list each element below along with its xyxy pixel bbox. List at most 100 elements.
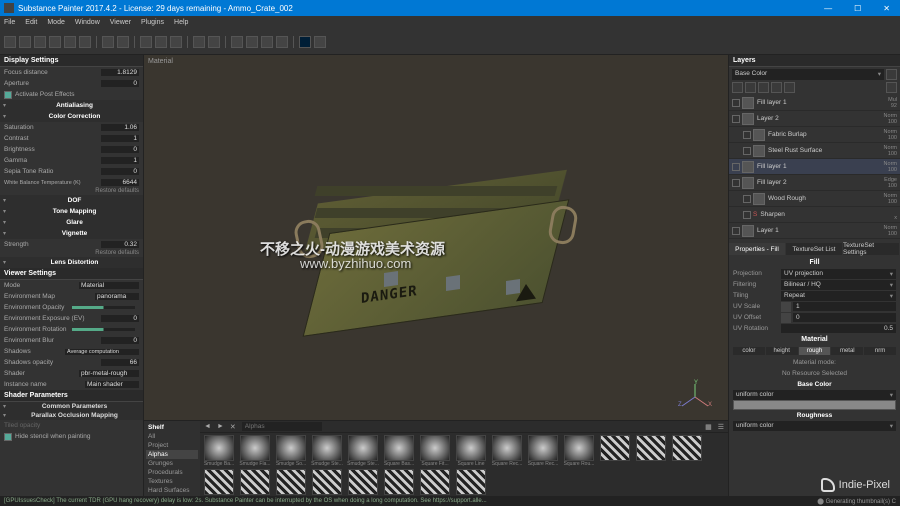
add-fx-button[interactable] bbox=[758, 82, 769, 93]
layer-visibility-icon[interactable] bbox=[732, 227, 740, 235]
tonemapping-section[interactable]: Tone Mapping bbox=[0, 206, 143, 217]
tool-fill[interactable] bbox=[49, 36, 61, 48]
shelf-item[interactable] bbox=[238, 469, 272, 495]
shelf-item[interactable]: Square Rou... bbox=[562, 435, 596, 467]
shelf-item[interactable] bbox=[346, 469, 380, 495]
shelf-item[interactable] bbox=[454, 469, 488, 495]
instance-value[interactable]: Main shader bbox=[85, 381, 139, 388]
sepia-value[interactable]: 0 bbox=[101, 168, 139, 175]
shelf-item[interactable] bbox=[202, 469, 236, 495]
uvscale-value[interactable]: 1 bbox=[793, 302, 896, 311]
delete-layer-button[interactable] bbox=[886, 82, 897, 93]
restore-defaults-button-2[interactable]: Restore defaults bbox=[0, 250, 143, 257]
add-mask-button[interactable] bbox=[771, 82, 782, 93]
glare-section[interactable]: Glare bbox=[0, 217, 143, 228]
tool-quickmask[interactable] bbox=[140, 36, 152, 48]
layer-visibility-icon[interactable] bbox=[732, 99, 740, 107]
color-correction-section[interactable]: Color Correction bbox=[0, 111, 143, 122]
shelf-item[interactable]: Smudge Fla... bbox=[238, 435, 272, 467]
shelf-cat-textures[interactable]: Textures bbox=[146, 477, 198, 486]
vignette-section[interactable]: Vignette bbox=[0, 228, 143, 239]
tool-viewport-split[interactable] bbox=[246, 36, 258, 48]
tiling-dropdown[interactable]: Repeat bbox=[781, 291, 896, 301]
shelf-item[interactable] bbox=[670, 435, 704, 467]
dof-section[interactable]: DOF bbox=[0, 195, 143, 206]
minimize-button[interactable]: — bbox=[818, 4, 838, 13]
layer-row[interactable]: Layer 1Norm100 bbox=[729, 223, 900, 239]
shelf-cat-project[interactable]: Project bbox=[146, 441, 198, 450]
shelf-item[interactable] bbox=[310, 469, 344, 495]
menu-mode[interactable]: Mode bbox=[47, 19, 65, 26]
saturation-value[interactable]: 1.06 bbox=[101, 124, 139, 131]
uvscale-lock-icon[interactable] bbox=[781, 302, 791, 312]
tool-paint[interactable] bbox=[4, 36, 16, 48]
shelf-item[interactable] bbox=[274, 469, 308, 495]
uvoffset-value[interactable]: 0 bbox=[793, 313, 896, 322]
uvoffset-lock-icon[interactable] bbox=[781, 313, 791, 323]
tab-textureset-list[interactable]: TextureSet List bbox=[786, 243, 843, 255]
shader-value[interactable]: pbr-metal-rough bbox=[79, 370, 139, 377]
filtering-dropdown[interactable]: Bilinear / HQ bbox=[781, 280, 896, 290]
layer-row[interactable]: Fill layer 1Norm100 bbox=[729, 159, 900, 175]
close-button[interactable]: ✕ bbox=[877, 4, 896, 13]
shadows-value[interactable]: Average computation bbox=[65, 349, 139, 355]
tool-material-picker[interactable] bbox=[102, 36, 114, 48]
shelf-cat-procedurals[interactable]: Procedurals bbox=[146, 468, 198, 477]
menu-edit[interactable]: Edit bbox=[25, 19, 37, 26]
activate-post-effects-checkbox[interactable]: Activate Post Effects bbox=[0, 89, 143, 100]
shelf-item[interactable]: Smudge Ba... bbox=[202, 435, 236, 467]
layer-row[interactable]: Fill layer 2Edge100 bbox=[729, 175, 900, 191]
shelf-item[interactable]: Square Bas... bbox=[382, 435, 416, 467]
menu-file[interactable]: File bbox=[4, 19, 15, 26]
layer-row[interactable]: Steel Rust SurfaceNorm100 bbox=[729, 143, 900, 159]
layers-header[interactable]: Layers bbox=[729, 55, 900, 67]
tool-polygon-fill[interactable] bbox=[117, 36, 129, 48]
tool-projection[interactable] bbox=[34, 36, 46, 48]
layer-row[interactable]: Wood RoughNorm100 bbox=[729, 191, 900, 207]
add-fill-layer-button[interactable] bbox=[745, 82, 756, 93]
envexposure-value[interactable]: 0 bbox=[101, 315, 139, 322]
layer-visibility-icon[interactable] bbox=[743, 211, 751, 219]
common-parameters-section[interactable]: Common Parameters bbox=[0, 402, 143, 411]
lens-distortion-section[interactable]: Lens Distortion bbox=[0, 257, 143, 268]
layer-row[interactable]: Fill layer 1Mul92 bbox=[729, 95, 900, 111]
roughness-dropdown[interactable]: uniform color bbox=[733, 421, 896, 431]
shelf-item[interactable]: Square Fit... bbox=[418, 435, 452, 467]
shelf-item[interactable]: Square Rec... bbox=[490, 435, 524, 467]
basecolor-dropdown[interactable]: uniform color bbox=[733, 390, 896, 400]
channel-height-button[interactable]: height bbox=[766, 347, 798, 355]
tab-textureset-settings[interactable]: TextureSet Settings bbox=[843, 243, 900, 255]
shelf-item[interactable]: Smudge Ste... bbox=[346, 435, 380, 467]
add-folder-button[interactable] bbox=[784, 82, 795, 93]
strength-value[interactable]: 0.32 bbox=[101, 241, 139, 248]
shelf-item[interactable]: Square Line bbox=[454, 435, 488, 467]
uvrotation-value[interactable]: 0.5 bbox=[781, 324, 896, 333]
shelf-item[interactable] bbox=[634, 435, 668, 467]
gamma-value[interactable]: 1 bbox=[101, 157, 139, 164]
shader-parameters-header[interactable]: Shader Parameters bbox=[0, 390, 143, 402]
shelf-item[interactable] bbox=[598, 435, 632, 467]
plugin-photoshop-icon[interactable] bbox=[299, 36, 311, 48]
shelf-cat-alphas[interactable]: Alphas bbox=[146, 450, 198, 459]
shadowopacity-value[interactable]: 66 bbox=[101, 359, 139, 366]
layer-visibility-icon[interactable] bbox=[732, 115, 740, 123]
axis-gizmo[interactable]: YXZ bbox=[680, 382, 710, 412]
viewer-settings-header[interactable]: Viewer Settings bbox=[0, 268, 143, 280]
antialiasing-section[interactable]: Antialiasing bbox=[0, 100, 143, 111]
layer-row[interactable]: Fabric BurlapNorm100 bbox=[729, 127, 900, 143]
tool-viewport-2d[interactable] bbox=[261, 36, 273, 48]
layer-row[interactable]: SSharpenx bbox=[729, 207, 900, 223]
3d-viewport[interactable]: Material DANGER YXZ bbox=[144, 55, 728, 420]
tool-perspective[interactable] bbox=[193, 36, 205, 48]
layers-opacity-icon[interactable] bbox=[886, 69, 897, 80]
tool-eraser[interactable] bbox=[19, 36, 31, 48]
menu-viewer[interactable]: Viewer bbox=[110, 19, 131, 26]
shelf-view-list-icon[interactable]: ☰ bbox=[718, 423, 724, 431]
plugin-icon[interactable] bbox=[314, 36, 326, 48]
shelf-item[interactable] bbox=[382, 469, 416, 495]
shelf-item[interactable]: Smudge Ste... bbox=[310, 435, 344, 467]
layer-row[interactable]: Layer 2Norm100 bbox=[729, 111, 900, 127]
layer-visibility-icon[interactable] bbox=[743, 195, 751, 203]
hide-stencil-checkbox[interactable]: Hide stencil when painting bbox=[0, 431, 143, 442]
shelf-item[interactable]: Smudge So... bbox=[274, 435, 308, 467]
